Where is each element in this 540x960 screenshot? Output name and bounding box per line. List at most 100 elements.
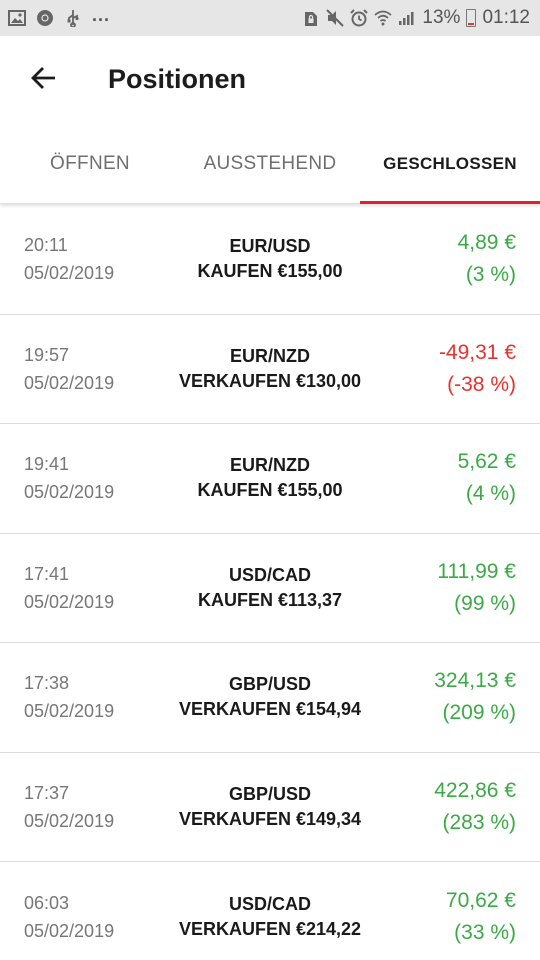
signal-icon xyxy=(398,9,416,27)
position-date: 05/02/2019 xyxy=(24,701,115,722)
position-time: 20:11 xyxy=(24,235,68,256)
wifi-icon xyxy=(374,9,393,27)
position-time: 19:41 xyxy=(24,454,70,475)
position-details: USD/CAD VERKAUFEN €214,22 xyxy=(170,862,370,960)
position-datetime: 17:37 05/02/2019 xyxy=(24,753,114,862)
tab-closed[interactable]: GESCHLOSSEN xyxy=(360,124,540,204)
chrome-icon xyxy=(36,9,54,27)
position-details: GBP/USD VERKAUFEN €154,94 xyxy=(170,643,370,752)
position-result: -49,31 € (-38 %) xyxy=(439,315,516,424)
status-bar-right: 13% 01:12 xyxy=(302,0,530,36)
position-action: VERKAUFEN xyxy=(178,918,291,939)
position-action: VERKAUFEN xyxy=(178,370,291,391)
app-bar: Positionen xyxy=(0,36,540,124)
position-date: 05/02/2019 xyxy=(24,810,115,831)
more-notifications: ... xyxy=(92,5,111,25)
position-pair: USD/CAD xyxy=(228,564,311,585)
position-time: 06:03 xyxy=(24,892,70,913)
position-pnl: 422,86 € xyxy=(434,778,516,802)
position-row[interactable]: 19:41 05/02/2019 EUR/NZD KAUFEN €155,00 5,62… xyxy=(0,424,540,534)
usb-icon xyxy=(64,9,82,27)
position-row[interactable]: 17:37 05/02/2019 GBP/USD VERKAUFEN €149,34 4… xyxy=(0,753,540,862)
position-percent: (283 %) xyxy=(442,810,516,834)
position-row[interactable]: 17:41 05/02/2019 USD/CAD KAUFEN €113,37 111,… xyxy=(0,534,540,643)
position-order: VERKAUFEN €154,94 xyxy=(179,697,361,722)
position-datetime: 17:41 05/02/2019 xyxy=(24,534,114,643)
position-result: 4,89 € (3 %) xyxy=(458,205,516,314)
position-amount: €149,34 xyxy=(295,808,362,829)
position-pnl: 5,62 € xyxy=(457,450,516,474)
position-action: KAUFEN xyxy=(197,261,273,282)
position-pair: EUR/NZD xyxy=(230,345,310,366)
position-pnl: 4,89 € xyxy=(457,231,516,255)
position-datetime: 17:38 05/02/2019 xyxy=(24,643,114,752)
position-row[interactable]: 20:11 05/02/2019 EUR/USD KAUFEN €155,00 4,89… xyxy=(0,205,540,315)
position-details: GBP/USD VERKAUFEN €149,34 xyxy=(170,753,370,862)
position-result: 422,86 € (283 %) xyxy=(434,753,516,862)
position-action: KAUFEN xyxy=(197,480,273,501)
position-result: 70,62 € (33 %) xyxy=(446,862,516,960)
status-bar: ... 13% 01:12 xyxy=(0,0,540,36)
image-icon xyxy=(8,9,26,27)
arrow-left-icon xyxy=(31,66,57,95)
position-percent: (-38 %) xyxy=(447,372,516,396)
position-amount: €154,94 xyxy=(295,699,362,720)
position-date: 05/02/2019 xyxy=(24,482,115,503)
position-percent: (99 %) xyxy=(454,591,516,615)
position-percent: (33 %) xyxy=(454,920,516,944)
position-action: VERKAUFEN xyxy=(178,699,291,720)
position-order: VERKAUFEN €214,22 xyxy=(179,917,361,942)
position-action: KAUFEN xyxy=(197,589,273,610)
position-details: EUR/USD KAUFEN €155,00 xyxy=(170,205,370,314)
status-bar-left: ... xyxy=(8,0,110,36)
tab-pending[interactable]: AUSSTEHEND xyxy=(180,124,360,203)
position-time: 19:57 xyxy=(24,344,70,365)
mute-icon xyxy=(326,9,345,27)
position-date: 05/02/2019 xyxy=(24,372,115,393)
position-result: 5,62 € (4 %) xyxy=(458,424,516,533)
position-order: VERKAUFEN €149,34 xyxy=(179,807,361,832)
position-time: 17:38 xyxy=(24,673,70,694)
sim-lock-icon xyxy=(302,9,320,27)
position-date: 05/02/2019 xyxy=(24,920,115,941)
position-percent: (209 %) xyxy=(442,701,516,725)
position-datetime: 19:57 05/02/2019 xyxy=(24,315,114,424)
battery-level xyxy=(468,23,475,25)
position-pnl: 70,62 € xyxy=(445,888,516,912)
position-pair: USD/CAD xyxy=(228,893,311,914)
position-percent: (3 %) xyxy=(465,263,516,287)
position-row[interactable]: 06:03 05/02/2019 USD/CAD VERKAUFEN €214,22 7… xyxy=(0,862,540,960)
position-percent: (4 %) xyxy=(465,482,516,506)
position-datetime: 20:11 05/02/2019 xyxy=(24,205,114,314)
position-amount: €155,00 xyxy=(277,480,343,501)
battery-percent: 13% xyxy=(422,7,461,28)
position-details: EUR/NZD VERKAUFEN €130,00 xyxy=(170,315,370,424)
position-pnl: -49,31 € xyxy=(438,340,516,364)
position-pnl: 111,99 € xyxy=(437,559,516,583)
position-order: KAUFEN €155,00 xyxy=(197,259,342,284)
position-time: 17:37 xyxy=(24,782,70,803)
position-pnl: 324,13 € xyxy=(434,669,516,693)
position-order: KAUFEN €155,00 xyxy=(197,478,342,503)
position-date: 05/02/2019 xyxy=(24,263,115,284)
position-amount: €214,22 xyxy=(295,918,362,939)
position-amount: €113,37 xyxy=(277,589,343,610)
position-pair: GBP/USD xyxy=(228,674,311,695)
tab-open[interactable]: ÖFFNEN xyxy=(0,124,180,203)
position-amount: €130,00 xyxy=(295,370,362,391)
positions-list: 20:11 05/02/2019 EUR/USD KAUFEN €155,00 4,89… xyxy=(0,205,540,960)
position-order: VERKAUFEN €130,00 xyxy=(179,369,361,394)
position-datetime: 19:41 05/02/2019 xyxy=(24,424,114,533)
position-row[interactable]: 17:38 05/02/2019 GBP/USD VERKAUFEN €154,94 3… xyxy=(0,643,540,753)
back-button[interactable] xyxy=(22,58,66,102)
battery-icon xyxy=(466,9,477,27)
page-title: Positionen xyxy=(108,64,247,94)
alarm-icon xyxy=(350,9,369,27)
position-datetime: 06:03 05/02/2019 xyxy=(24,862,114,960)
position-result: 324,13 € (209 %) xyxy=(434,643,516,752)
clock: 01:12 xyxy=(482,7,530,28)
position-pair: GBP/USD xyxy=(228,783,311,804)
position-order: KAUFEN €113,37 xyxy=(198,588,342,613)
position-row[interactable]: 19:57 05/02/2019 EUR/NZD VERKAUFEN €130,00 -… xyxy=(0,315,540,424)
position-details: EUR/NZD KAUFEN €155,00 xyxy=(170,424,370,533)
